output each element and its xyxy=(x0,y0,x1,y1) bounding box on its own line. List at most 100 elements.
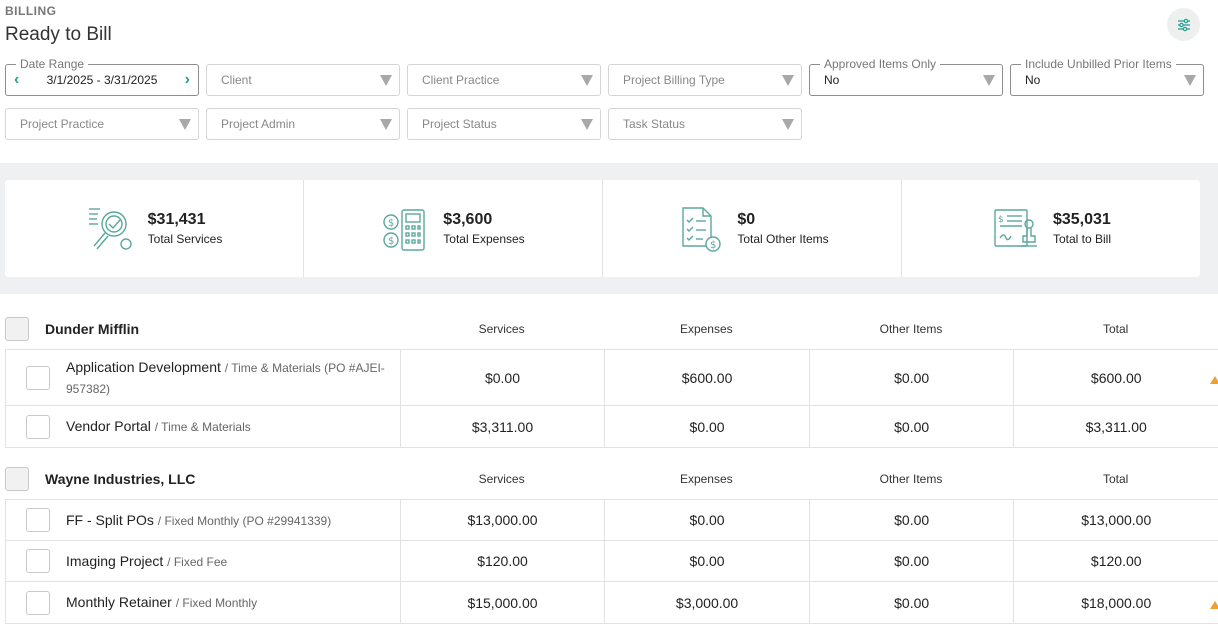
total-value: $600.00 xyxy=(1090,369,1142,386)
services-cell: $0.00 xyxy=(401,350,606,405)
settings-button[interactable] xyxy=(1167,8,1200,41)
other-items-cell: $0.00 xyxy=(810,350,1015,405)
svg-text:$: $ xyxy=(388,218,394,229)
page-title: Ready to Bill xyxy=(5,24,112,45)
project-name[interactable]: Vendor Portal xyxy=(66,418,151,434)
client-filter[interactable]: Client xyxy=(206,64,400,96)
col-head-services: Services xyxy=(478,472,525,486)
client-group-wayne-industries: Wayne Industries, LLC Services Expenses … xyxy=(5,463,1218,624)
summary-value: $3,600 xyxy=(443,211,493,228)
expenses-cell: $3,000.00 xyxy=(605,582,810,623)
total-cell: $120.00 xyxy=(1014,541,1218,581)
project-status-filter[interactable]: Project Status xyxy=(407,108,601,140)
section-label: BILLING xyxy=(5,4,57,18)
client-checkbox[interactable] xyxy=(5,467,29,491)
total-cell: $600.00 xyxy=(1014,350,1218,405)
summary-total-to-bill: $ $35,031 Total to Bill xyxy=(902,180,1200,277)
client-name: Wayne Industries, LLC xyxy=(45,471,196,487)
col-head-total: Total xyxy=(1102,472,1129,486)
project-practice-filter[interactable]: Project Practice xyxy=(5,108,199,140)
funnel-icon xyxy=(1184,75,1196,86)
date-range-value: 3/1/2025 - 3/31/2025 xyxy=(46,73,158,87)
other-items-icon: $ xyxy=(682,206,722,252)
task-status-filter[interactable]: Task Status xyxy=(608,108,802,140)
total-value: $13,000.00 xyxy=(1081,512,1152,528)
project-billing-type-filter[interactable]: Project Billing Type xyxy=(608,64,802,96)
client-practice-filter[interactable]: Client Practice xyxy=(407,64,601,96)
summary-band: $31,431 Total Services $ $ $3,600 Total … xyxy=(0,163,1218,294)
project-label: Vendor Portal / Time & Materials xyxy=(66,416,261,437)
sliders-icon xyxy=(1177,18,1190,31)
total-value: $18,000.00 xyxy=(1081,594,1152,611)
project-cell: Vendor Portal / Time & Materials xyxy=(6,406,401,447)
expenses-cell: $0.00 xyxy=(605,406,810,447)
project-admin-filter[interactable]: Project Admin xyxy=(206,108,400,140)
summary-label: Total Services xyxy=(147,232,223,246)
svg-text:$: $ xyxy=(388,236,394,247)
funnel-icon xyxy=(581,75,593,86)
project-name[interactable]: Monthly Retainer xyxy=(66,594,172,610)
project-status-placeholder: Project Status xyxy=(422,117,497,131)
summary-total-other-items: $ $0 Total Other Items xyxy=(603,180,902,277)
summary-value: $31,431 xyxy=(147,211,206,228)
services-cell: $3,311.00 xyxy=(401,406,606,447)
svg-text:$: $ xyxy=(998,215,1004,225)
client-checkbox[interactable] xyxy=(5,317,29,341)
task-status-placeholder: Task Status xyxy=(623,117,686,131)
project-name[interactable]: Application Development xyxy=(66,359,221,375)
funnel-icon xyxy=(581,119,593,130)
col-head-total: Total xyxy=(1102,322,1129,336)
services-icon xyxy=(88,207,132,250)
col-head-services: Services xyxy=(478,322,525,336)
total-value: $120.00 xyxy=(1090,553,1142,569)
project-label: Application Development / Time & Materia… xyxy=(66,357,400,399)
row-checkbox[interactable] xyxy=(26,365,50,390)
row-checkbox[interactable] xyxy=(26,508,50,532)
date-range-filter[interactable]: Date Range ‹ 3/1/2025 - 3/31/2025 › xyxy=(5,57,199,96)
warning-icon xyxy=(1210,600,1218,609)
services-cell: $13,000.00 xyxy=(401,500,606,540)
expenses-cell: $600.00 xyxy=(605,350,810,405)
approved-items-legend: Approved Items Only xyxy=(820,57,941,71)
date-range-legend: Date Range xyxy=(16,57,89,71)
client-name: Dunder Mifflin xyxy=(45,321,140,337)
approved-items-only-filter[interactable]: Approved Items Only No xyxy=(809,57,1003,96)
row-checkbox[interactable] xyxy=(26,549,50,573)
summary-value: $35,031 xyxy=(1052,211,1111,228)
summary-total-services: $31,431 Total Services xyxy=(5,180,304,277)
summary-card: $31,431 Total Services $ $ $3,600 Total … xyxy=(5,180,1200,277)
client-group-dunder-mifflin: Dunder Mifflin Services Expenses Other I… xyxy=(5,313,1218,448)
table-row: FF - Split POs / Fixed Monthly (PO #2994… xyxy=(6,500,1218,541)
summary-label: Total to Bill xyxy=(1052,232,1112,246)
table-row: Monthly Retainer / Fixed Monthly $15,000… xyxy=(6,582,1218,623)
approved-items-value: No xyxy=(824,73,840,87)
chevron-left-icon[interactable]: ‹ xyxy=(14,72,19,88)
project-cell: Monthly Retainer / Fixed Monthly xyxy=(6,582,401,623)
project-billing-type-placeholder: Project Billing Type xyxy=(623,73,725,87)
funnel-icon xyxy=(782,75,794,86)
table-row: Imaging Project / Fixed Fee $120.00 $0.0… xyxy=(6,541,1218,582)
include-unbilled-legend: Include Unbilled Prior Items xyxy=(1021,57,1176,71)
funnel-icon xyxy=(380,119,392,130)
funnel-icon xyxy=(380,75,392,86)
project-name[interactable]: Imaging Project xyxy=(66,553,163,569)
project-name[interactable]: FF - Split POs xyxy=(66,512,154,528)
services-cell: $15,000.00 xyxy=(401,582,606,623)
include-unbilled-prior-items-filter[interactable]: Include Unbilled Prior Items No xyxy=(1010,57,1204,96)
total-cell: $3,311.00 xyxy=(1014,406,1218,447)
col-head-expenses: Expenses xyxy=(679,472,733,486)
project-label: FF - Split POs / Fixed Monthly (PO #2994… xyxy=(66,510,341,531)
row-checkbox[interactable] xyxy=(26,414,50,439)
summary-label: Total Expenses xyxy=(443,232,525,246)
other-items-cell: $0.00 xyxy=(810,582,1015,623)
project-admin-placeholder: Project Admin xyxy=(221,117,296,131)
row-checkbox[interactable] xyxy=(26,590,50,615)
col-head-other-items: Other Items xyxy=(879,322,943,336)
chevron-right-icon[interactable]: › xyxy=(185,72,190,88)
expenses-icon: $ $ xyxy=(383,208,425,251)
summary-value: $0 xyxy=(737,211,756,228)
total-cell: $13,000.00 xyxy=(1014,500,1218,540)
client-practice-placeholder: Client Practice xyxy=(422,73,500,87)
summary-label: Total Other Items xyxy=(737,232,829,246)
project-type: / Fixed Monthly (PO #29941339) xyxy=(157,513,332,528)
